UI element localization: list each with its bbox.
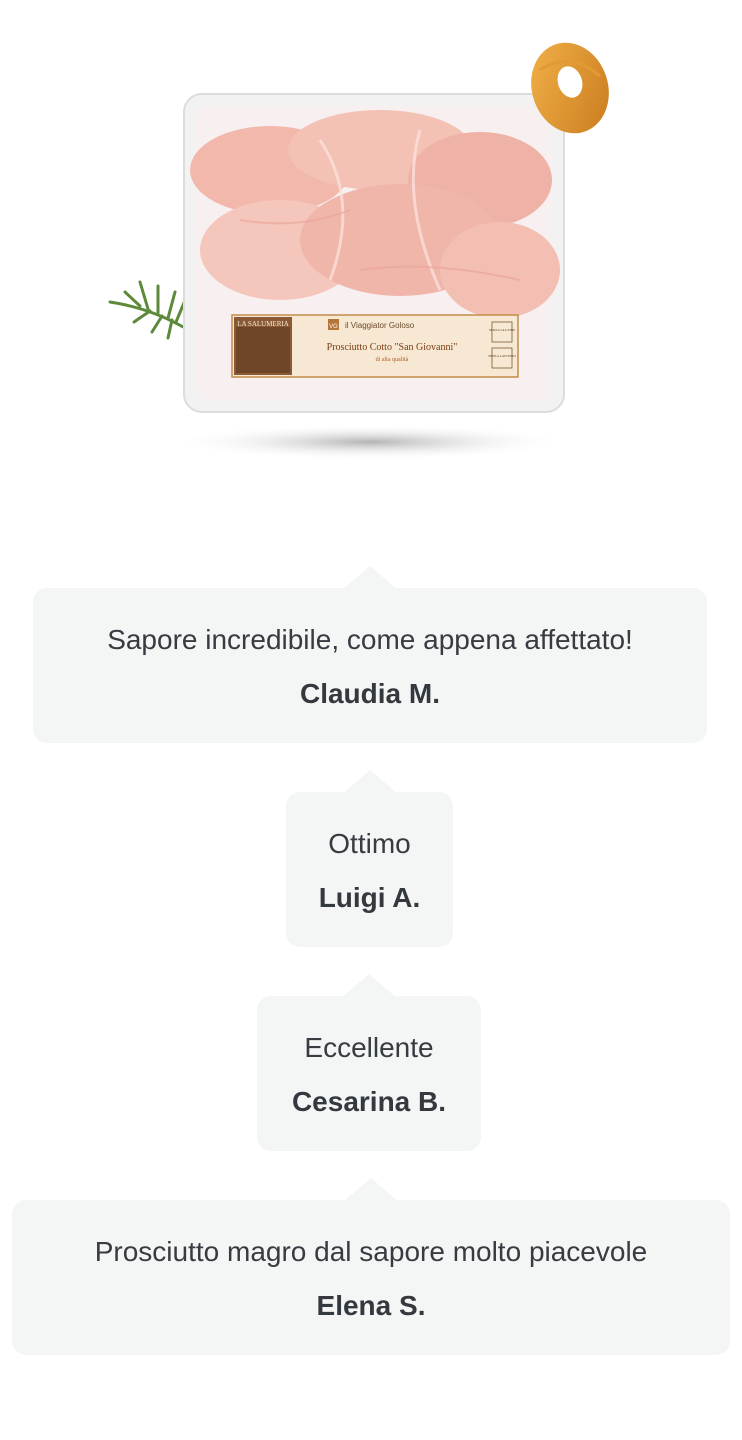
brand-logo: VG [329, 324, 338, 330]
prosciutto-package-image: LA SALUMERIA VG il Viaggiator Goloso Pro… [108, 42, 609, 460]
review-card: Ottimo Luigi A. [286, 770, 453, 947]
review-author: Claudia M. [299, 678, 440, 709]
product-hero: LA SALUMERIA VG il Viaggiator Goloso Pro… [0, 0, 742, 480]
review-text: Ottimo [328, 828, 411, 859]
product-name: Prosciutto Cotto "San Giovanni" [327, 342, 458, 353]
quality-text: di alta qualità [376, 357, 409, 363]
review-author: Cesarina B. [291, 1086, 447, 1117]
ham-slices [190, 110, 560, 318]
review-author: Luigi A. [318, 882, 421, 913]
badge-gluten: SENZA GLUTINE [489, 328, 515, 332]
review-text: Sapore incredibile, come appena affettat… [107, 624, 633, 655]
package-shadow [170, 424, 570, 460]
review-text: Prosciutto magro dal sapore molto piacev… [94, 1236, 648, 1267]
store-tag: LA SALUMERIA [237, 320, 289, 328]
rosemary-icon [108, 280, 188, 340]
review-card: Prosciutto magro dal sapore molto piacev… [12, 1178, 730, 1355]
review-card: Sapore incredibile, come appena affettat… [33, 566, 707, 743]
brand-name: il Viaggiator Goloso [345, 321, 415, 330]
review-text: Eccellente [304, 1032, 434, 1063]
review-card: Eccellente Cesarina B. [257, 974, 481, 1151]
review-author: Elena S. [316, 1290, 426, 1321]
package-label: LA SALUMERIA VG il Viaggiator Goloso Pro… [231, 314, 519, 378]
badge-lactose: SENZA LATTOSIO [488, 354, 516, 358]
